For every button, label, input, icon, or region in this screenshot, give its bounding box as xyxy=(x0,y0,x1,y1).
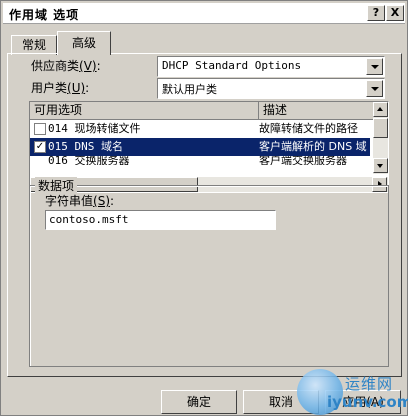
tab-general[interactable]: 常规 xyxy=(11,35,57,55)
ok-button[interactable]: 确定 xyxy=(161,390,237,414)
dialog-window: 作用域 选项 ? X 常规 高级 供应商类(V): DHCP Standard … xyxy=(0,0,408,416)
list-item[interactable]: 014 现场转储文件 故障转储文件的路径 xyxy=(30,120,370,138)
chevron-down-icon[interactable] xyxy=(366,58,383,75)
user-class-dropdown[interactable]: 默认用户类 xyxy=(157,78,385,99)
title-bar[interactable]: 作用域 选项 ? X xyxy=(3,3,405,24)
column-header-description[interactable]: 描述 xyxy=(259,102,388,120)
column-header-available-options[interactable]: 可用选项 xyxy=(30,102,259,120)
list-item-selected[interactable]: ✓ 015 DNS 域名 客户端解析的 DNS 域 xyxy=(30,138,370,156)
tab-advanced[interactable]: 高级 xyxy=(57,31,111,55)
string-value-label: 字符串值(S): xyxy=(45,194,115,208)
watermark-domain: iyunv.com xyxy=(327,393,408,411)
chevron-down-icon[interactable] xyxy=(366,80,383,97)
watermark-text: 运维网 xyxy=(345,375,394,393)
scroll-down-icon[interactable] xyxy=(373,158,388,173)
option-checkbox[interactable] xyxy=(34,123,46,135)
vendor-class-label: 供应商类(V): xyxy=(31,59,101,73)
list-item[interactable]: 016 交换服务器 客户端交换服务器 xyxy=(30,156,370,165)
vendor-class-dropdown[interactable]: DHCP Standard Options xyxy=(157,56,385,77)
option-checkbox-checked[interactable]: ✓ xyxy=(34,141,46,153)
string-value-input[interactable]: contoso.msft xyxy=(45,210,276,230)
help-button[interactable]: ? xyxy=(367,5,385,21)
close-button[interactable]: X xyxy=(386,5,404,21)
user-class-value: 默认用户类 xyxy=(162,83,217,96)
scroll-up-icon[interactable] xyxy=(373,102,388,117)
window-title: 作用域 选项 xyxy=(9,8,80,22)
vertical-scrollbar[interactable] xyxy=(373,102,388,174)
user-class-label: 用户类(U): xyxy=(31,81,90,95)
vendor-class-value: DHCP Standard Options xyxy=(162,59,302,72)
available-options-list[interactable]: 可用选项 描述 014 现场转储文件 故障转储文件的路径 ✓ 015 DNS 域… xyxy=(29,101,389,193)
vertical-scroll-thumb[interactable] xyxy=(373,118,388,138)
